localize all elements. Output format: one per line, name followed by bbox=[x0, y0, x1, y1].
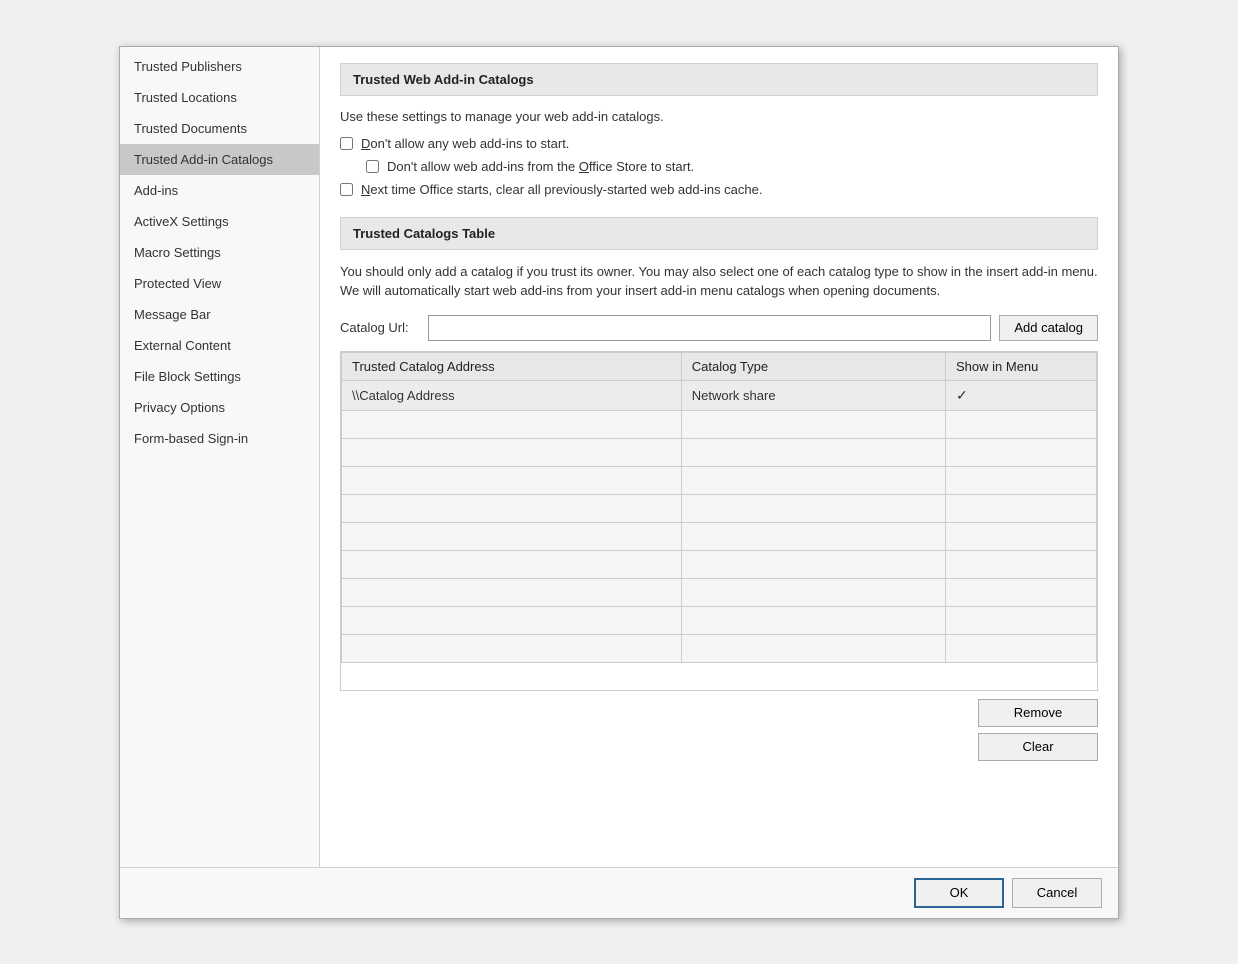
dialog-body: Trusted PublishersTrusted LocationsTrust… bbox=[120, 47, 1118, 867]
sidebar-item-activex-settings[interactable]: ActiveX Settings bbox=[120, 206, 319, 237]
checkbox1-label: Don't allow any web add-ins to start. bbox=[361, 136, 569, 151]
col-show: Show in Menu bbox=[946, 352, 1097, 380]
table-empty-row bbox=[342, 550, 1097, 578]
section1-header: Trusted Web Add-in Catalogs bbox=[340, 63, 1098, 96]
table-empty-row bbox=[342, 606, 1097, 634]
trust-center-dialog: Trusted PublishersTrusted LocationsTrust… bbox=[119, 46, 1119, 919]
cancel-button[interactable]: Cancel bbox=[1012, 878, 1102, 908]
checkbox1-underline: D bbox=[361, 136, 370, 151]
checkbox2-underline: O bbox=[579, 159, 589, 174]
table-empty-row bbox=[342, 438, 1097, 466]
sidebar-item-message-bar[interactable]: Message Bar bbox=[120, 299, 319, 330]
table-empty-row bbox=[342, 634, 1097, 662]
sidebar-item-add-ins[interactable]: Add-ins bbox=[120, 175, 319, 206]
catalog-url-row: Catalog Url: Add catalog bbox=[340, 315, 1098, 341]
table-empty-row bbox=[342, 494, 1097, 522]
checkbox1-input[interactable] bbox=[340, 137, 353, 150]
section2: Trusted Catalogs Table You should only a… bbox=[340, 217, 1098, 761]
section2-header: Trusted Catalogs Table bbox=[340, 217, 1098, 250]
col-address: Trusted Catalog Address bbox=[342, 352, 682, 380]
catalog-url-label: Catalog Url: bbox=[340, 320, 420, 335]
table-empty-row bbox=[342, 410, 1097, 438]
sidebar-item-trusted-addin-catalogs[interactable]: Trusted Add-in Catalogs bbox=[120, 144, 319, 175]
sidebar-item-privacy-options[interactable]: Privacy Options bbox=[120, 392, 319, 423]
checkbox3-label: Next time Office starts, clear all previ… bbox=[361, 182, 762, 197]
sidebar: Trusted PublishersTrusted LocationsTrust… bbox=[120, 47, 320, 867]
cell-address: \\Catalog Address bbox=[342, 380, 682, 410]
main-content: Trusted Web Add-in Catalogs Use these se… bbox=[320, 47, 1118, 867]
checkbox2-input[interactable] bbox=[366, 160, 379, 173]
cell-type: Network share bbox=[681, 380, 945, 410]
checkbox1-row: Don't allow any web add-ins to start. bbox=[340, 136, 1098, 151]
ok-button[interactable]: OK bbox=[914, 878, 1004, 908]
table-actions: Remove Clear bbox=[340, 699, 1098, 761]
sidebar-item-trusted-documents[interactable]: Trusted Documents bbox=[120, 113, 319, 144]
table-empty-row bbox=[342, 522, 1097, 550]
table-empty-row bbox=[342, 578, 1097, 606]
checkbox2-label: Don't allow web add-ins from the Office … bbox=[387, 159, 694, 174]
sidebar-item-trusted-publishers[interactable]: Trusted Publishers bbox=[120, 51, 319, 82]
sidebar-item-protected-view[interactable]: Protected View bbox=[120, 268, 319, 299]
catalog-url-input[interactable] bbox=[428, 315, 991, 341]
table-row[interactable]: \\Catalog Address Network share ✓ bbox=[342, 380, 1097, 410]
checkbox3-input[interactable] bbox=[340, 183, 353, 196]
clear-button[interactable]: Clear bbox=[978, 733, 1098, 761]
table-header-row: Trusted Catalog Address Catalog Type Sho… bbox=[342, 352, 1097, 380]
checkbox3-row: Next time Office starts, clear all previ… bbox=[340, 182, 1098, 197]
checkmark-icon: ✓ bbox=[956, 387, 968, 403]
sidebar-item-trusted-locations[interactable]: Trusted Locations bbox=[120, 82, 319, 113]
cell-show: ✓ bbox=[946, 380, 1097, 410]
section1-description: Use these settings to manage your web ad… bbox=[340, 108, 1098, 126]
dialog-footer: OK Cancel bbox=[120, 867, 1118, 918]
add-catalog-button[interactable]: Add catalog bbox=[999, 315, 1098, 341]
sidebar-item-macro-settings[interactable]: Macro Settings bbox=[120, 237, 319, 268]
sidebar-item-file-block-settings[interactable]: File Block Settings bbox=[120, 361, 319, 392]
checkbox3-underline: N bbox=[361, 182, 370, 197]
col-type: Catalog Type bbox=[681, 352, 945, 380]
sidebar-item-form-based-sign-in[interactable]: Form-based Sign-in bbox=[120, 423, 319, 454]
table-body: \\Catalog Address Network share ✓ bbox=[342, 380, 1097, 662]
section2-description: You should only add a catalog if you tru… bbox=[340, 262, 1098, 301]
catalog-table: Trusted Catalog Address Catalog Type Sho… bbox=[341, 352, 1097, 663]
sidebar-item-external-content[interactable]: External Content bbox=[120, 330, 319, 361]
checkbox2-row: Don't allow web add-ins from the Office … bbox=[366, 159, 1098, 174]
remove-button[interactable]: Remove bbox=[978, 699, 1098, 727]
table-empty-row bbox=[342, 466, 1097, 494]
catalog-table-container: Trusted Catalog Address Catalog Type Sho… bbox=[340, 351, 1098, 691]
